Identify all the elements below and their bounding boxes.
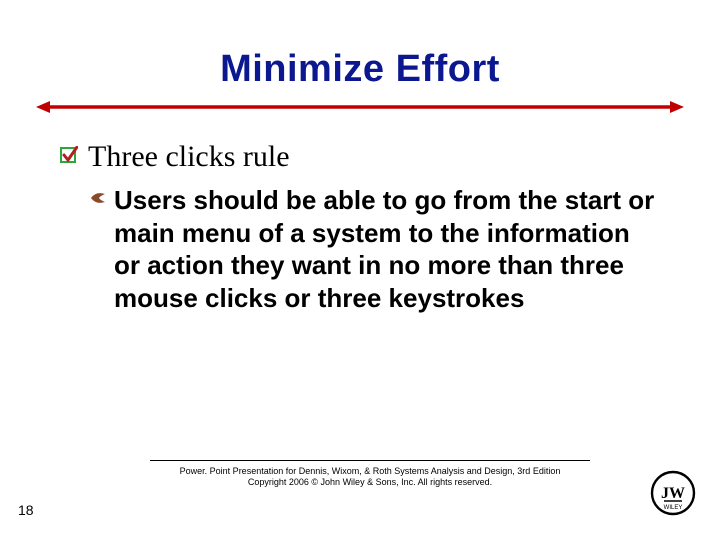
footer-line-1: Power. Point Presentation for Dennis, Wi… bbox=[180, 466, 561, 476]
wiley-logo-icon: JW WILEY bbox=[650, 470, 696, 516]
content-area: Three clicks rule Users should be able t… bbox=[60, 140, 660, 314]
horizontal-rule-arrow bbox=[36, 100, 684, 114]
checkbox-icon bbox=[60, 146, 78, 164]
footer: Power. Point Presentation for Dennis, Wi… bbox=[0, 460, 720, 520]
slide-title: Minimize Effort bbox=[0, 48, 720, 91]
bullet-level-1: Three clicks rule bbox=[60, 140, 660, 174]
svg-text:WILEY: WILEY bbox=[664, 505, 683, 511]
bullet-2-text: Users should be able to go from the star… bbox=[114, 184, 660, 314]
footer-text: Power. Point Presentation for Dennis, Wi… bbox=[150, 466, 590, 489]
svg-text:JW: JW bbox=[661, 485, 685, 502]
bullet-1-text: Three clicks rule bbox=[88, 140, 290, 174]
footer-rule bbox=[150, 460, 590, 461]
leaf-icon bbox=[90, 191, 106, 205]
bullet-level-2: Users should be able to go from the star… bbox=[90, 184, 660, 314]
footer-line-2: Copyright 2006 © John Wiley & Sons, Inc.… bbox=[248, 477, 492, 487]
slide: Minimize Effort Three clicks rule Users … bbox=[0, 0, 720, 540]
page-number: 18 bbox=[18, 502, 34, 518]
